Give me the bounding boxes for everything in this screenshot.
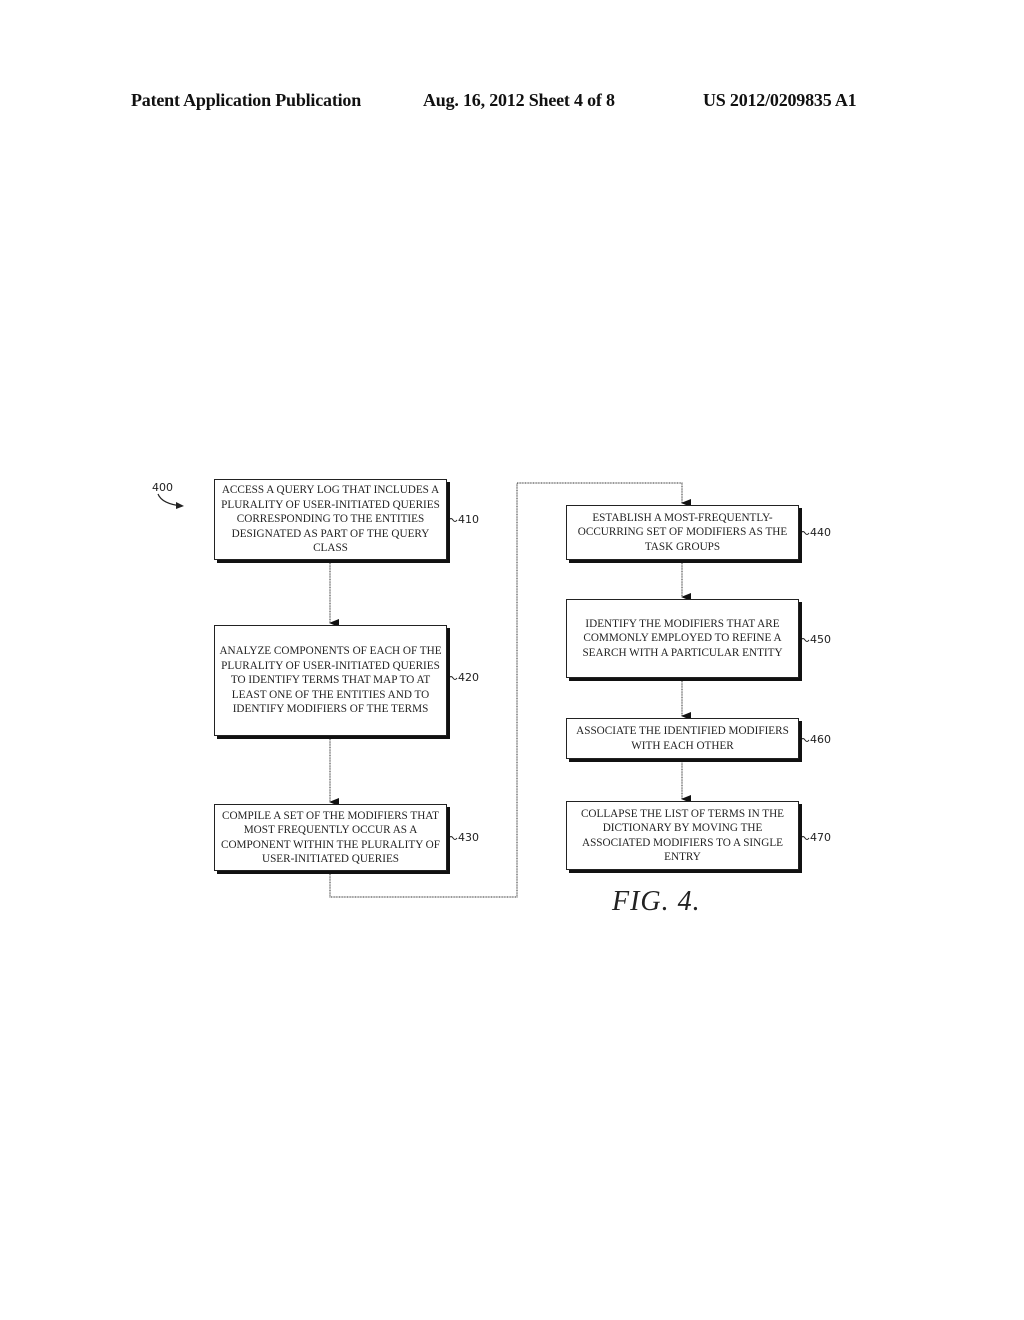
step-450-ref: 450 — [810, 633, 831, 646]
step-460-ref: 460 — [810, 733, 831, 746]
step-470-box: COLLAPSE THE LIST OF TERMS IN THE DICTIO… — [566, 801, 799, 870]
step-460-box: ASSOCIATE THE IDENTIFIED MODIFIERS WITH … — [566, 718, 799, 759]
step-450-text: IDENTIFY THE MODIFIERS THAT ARE COMMONLY… — [582, 617, 783, 659]
step-470-text: COLLAPSE THE LIST OF TERMS IN THE DICTIO… — [580, 807, 785, 863]
step-430-box: COMPILE A SET OF THE MODIFIERS THAT MOST… — [214, 804, 447, 871]
step-420-ref: 420 — [458, 671, 479, 684]
ref-400-arrowhead — [176, 502, 184, 509]
step-420-box: ANALYZE COMPONENTS OF EACH OF THE PLURAL… — [214, 625, 447, 736]
figure-caption: FIG. 4. — [612, 886, 701, 917]
step-410-box: ACCESS A QUERY LOG THAT INCLUDES A PLURA… — [214, 479, 447, 560]
step-470-ref: 470 — [810, 831, 831, 844]
step-420-text: ANALYZE COMPONENTS OF EACH OF THE PLURAL… — [219, 645, 442, 716]
step-410-ref: 410 — [458, 513, 479, 526]
step-430-ref: 430 — [458, 831, 479, 844]
step-430-text: COMPILE A SET OF THE MODIFIERS THAT MOST… — [221, 809, 440, 865]
flowchart-connectors — [157, 482, 810, 898]
step-410-text: ACCESS A QUERY LOG THAT INCLUDES A PLURA… — [221, 484, 440, 555]
step-460-text: ASSOCIATE THE IDENTIFIED MODIFIERS WITH … — [576, 725, 789, 752]
figure-ref-400: 400 — [152, 481, 173, 494]
step-440-box: ESTABLISH A MOST-FREQUENTLY-OCCURRING SE… — [566, 505, 799, 560]
step-440-ref: 440 — [810, 526, 831, 539]
step-440-text: ESTABLISH A MOST-FREQUENTLY-OCCURRING SE… — [577, 511, 788, 553]
step-450-box: IDENTIFY THE MODIFIERS THAT ARE COMMONLY… — [566, 599, 799, 678]
